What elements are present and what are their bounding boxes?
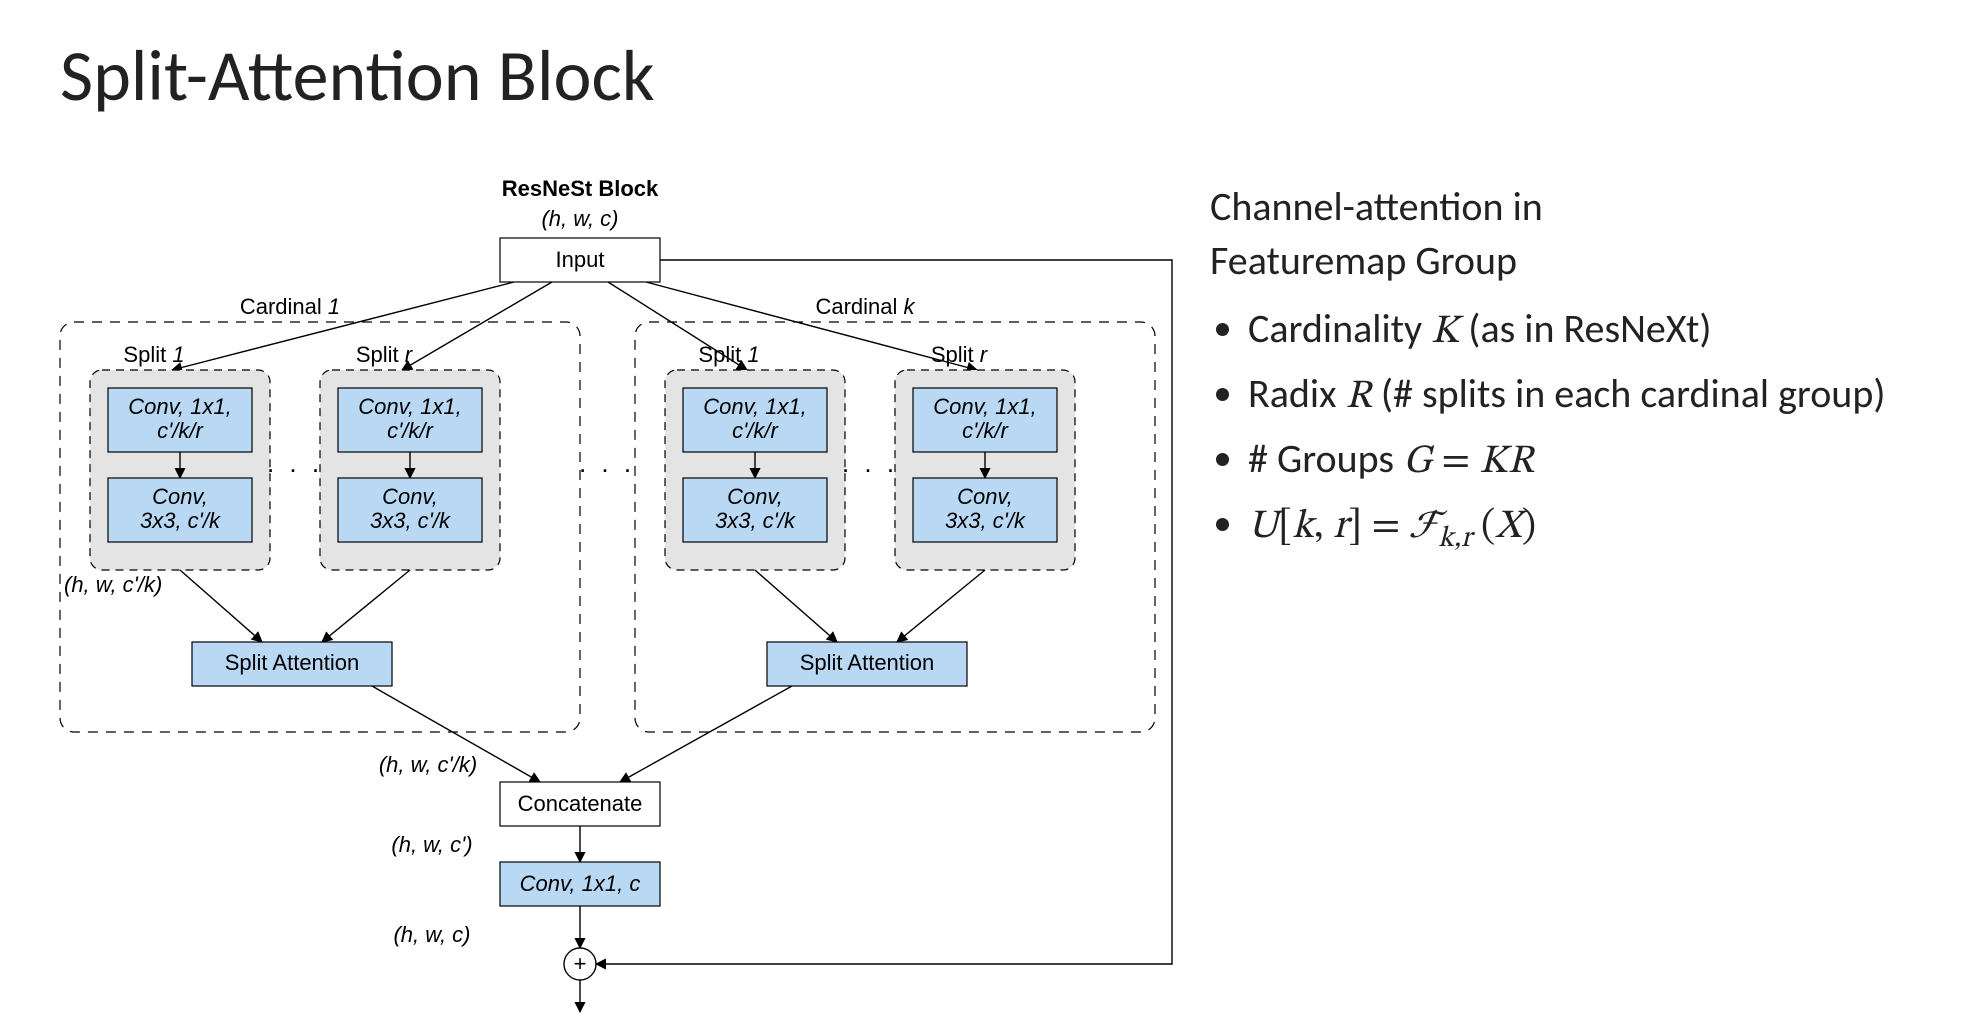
svg-text:c'/k/r: c'/k/r bbox=[962, 418, 1009, 443]
cardinal-1-label: Cardinal 1 bbox=[240, 294, 340, 319]
dots-between: . . . bbox=[579, 448, 635, 478]
label-hwck-inner: (h, w, c'/k) bbox=[64, 572, 162, 597]
svg-text:Conv, 1x1,: Conv, 1x1, bbox=[933, 394, 1037, 419]
split-k-r-label: Split r bbox=[931, 342, 989, 367]
label-hwck: (h, w, c'/k) bbox=[379, 752, 477, 777]
svg-text:Conv, 1x1,: Conv, 1x1, bbox=[128, 394, 232, 419]
dots-card1: . . . bbox=[267, 448, 323, 478]
resnest-diagram: ResNeSt Block (h, w, c) Input Cardinal 1… bbox=[52, 172, 1182, 1022]
svg-text:Conv,: Conv, bbox=[382, 484, 438, 509]
svg-text:c'/k/r: c'/k/r bbox=[732, 418, 779, 443]
label-hwcprime: (h, w, c') bbox=[391, 832, 472, 857]
label-hwc-bottom: (h, w, c) bbox=[393, 922, 470, 947]
svg-text:3x3, c'/k: 3x3, c'/k bbox=[945, 508, 1026, 533]
svg-text:Conv, 1x1,: Conv, 1x1, bbox=[358, 394, 462, 419]
input-text: Input bbox=[556, 247, 605, 272]
cardinal-k-label: Cardinal k bbox=[815, 294, 915, 319]
svg-text:Split Attention: Split Attention bbox=[800, 650, 935, 675]
svg-text:Conv, 1x1, c: Conv, 1x1, c bbox=[520, 871, 641, 896]
plus-icon: + bbox=[574, 951, 587, 976]
svg-text:3x3, c'/k: 3x3, c'/k bbox=[370, 508, 451, 533]
svg-text:Conv,: Conv, bbox=[727, 484, 783, 509]
label-hwc-top: (h, w, c) bbox=[541, 206, 618, 231]
bullet-radix: Radix R (# splits in each cardinal group… bbox=[1248, 367, 1950, 424]
svg-text:3x3, c'/k: 3x3, c'/k bbox=[715, 508, 796, 533]
svg-text:c'/k/r: c'/k/r bbox=[387, 418, 434, 443]
svg-text:Conv,: Conv, bbox=[957, 484, 1013, 509]
split-k-1-label: Split 1 bbox=[698, 342, 759, 367]
right-panel: Channel-attention in Featuremap Group Ca… bbox=[1210, 180, 1950, 567]
diagram-title: ResNeSt Block bbox=[502, 176, 659, 201]
dots-cardk: . . . bbox=[842, 448, 898, 478]
svg-text:3x3, c'/k: 3x3, c'/k bbox=[140, 508, 221, 533]
split-1-1-label: Split 1 bbox=[123, 342, 184, 367]
svg-text:Conv, 1x1,: Conv, 1x1, bbox=[703, 394, 807, 419]
right-subhead: Channel-attention in Featuremap Group bbox=[1210, 180, 1950, 288]
svg-text:Conv,: Conv, bbox=[152, 484, 208, 509]
page-title: Split-Attention Block bbox=[60, 32, 1928, 120]
svg-text:c'/k/r: c'/k/r bbox=[157, 418, 204, 443]
svg-text:Split Attention: Split Attention bbox=[225, 650, 360, 675]
bullet-formula: U[k, r] = ℱk,r (X) bbox=[1248, 497, 1950, 559]
bullet-groups: # Groups G = KR bbox=[1248, 432, 1950, 489]
split-1-r-label: Split r bbox=[356, 342, 414, 367]
svg-text:Concatenate: Concatenate bbox=[518, 791, 643, 816]
bullet-cardinality: Cardinality K (as in ResNeXt) bbox=[1248, 302, 1950, 359]
